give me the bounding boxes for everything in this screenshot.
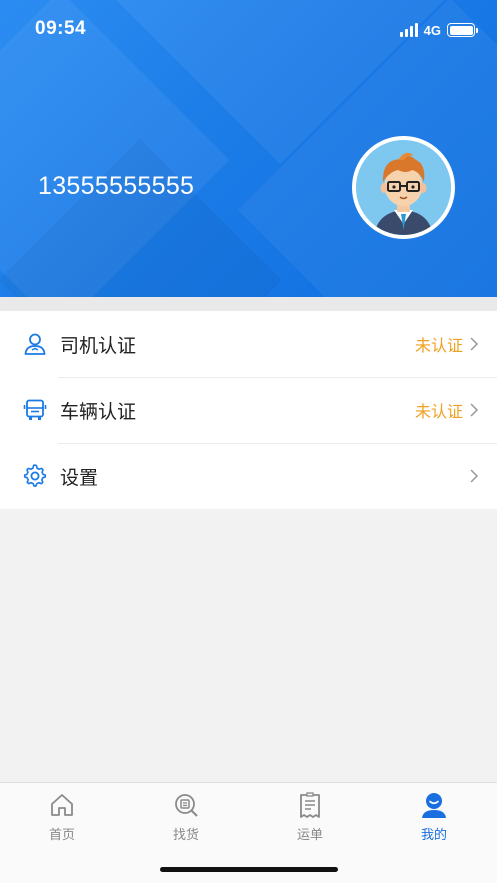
settings-menu: 司机认证 未认证 车辆认证 未认证 设置 xyxy=(0,311,497,509)
menu-item-driver-verification[interactable]: 司机认证 未认证 xyxy=(0,311,497,377)
status-badge: 未认证 xyxy=(414,404,463,421)
menu-item-label: 设置 xyxy=(60,467,99,489)
home-icon xyxy=(48,791,76,819)
section-divider xyxy=(0,297,497,311)
profile-header: 09:54 4G 13555555555 xyxy=(0,0,497,297)
tab-label: 运单 xyxy=(296,827,323,842)
profile-icon xyxy=(420,791,448,819)
screen: 09:54 4G 13555555555 司机认证 未认证 车辆认证 未认证 设… xyxy=(0,0,497,883)
tab-label: 我的 xyxy=(420,827,447,842)
tab-label: 找货 xyxy=(172,827,199,842)
avatar[interactable] xyxy=(352,136,455,239)
waybill-icon xyxy=(296,791,324,819)
menu-item-label: 司机认证 xyxy=(60,335,137,357)
tab-profile[interactable]: 我的 xyxy=(372,791,496,847)
battery-icon xyxy=(447,23,478,37)
tab-find-goods[interactable]: 找货 xyxy=(124,791,248,847)
status-bar: 09:54 4G xyxy=(0,0,497,60)
tab-waybill[interactable]: 运单 xyxy=(248,791,372,847)
menu-item-label: 车辆认证 xyxy=(60,401,137,423)
menu-item-vehicle-verification[interactable]: 车辆认证 未认证 xyxy=(0,377,497,443)
find-goods-icon xyxy=(172,791,200,819)
status-badge: 未认证 xyxy=(414,338,463,355)
vehicle-icon xyxy=(22,397,48,423)
driver-icon xyxy=(22,331,48,357)
chevron-right-icon xyxy=(469,336,479,352)
signal-icon xyxy=(399,23,418,37)
user-phone: 13555555555 xyxy=(38,172,195,200)
home-indicator[interactable] xyxy=(160,867,338,872)
chevron-right-icon xyxy=(469,468,479,484)
menu-item-settings[interactable]: 设置 xyxy=(0,443,497,509)
tab-home[interactable]: 首页 xyxy=(0,791,124,847)
tab-label: 首页 xyxy=(48,827,75,842)
status-indicators: 4G xyxy=(399,20,478,40)
avatar-illustration xyxy=(356,140,451,235)
status-time: 09:54 xyxy=(35,18,87,39)
chevron-right-icon xyxy=(469,402,479,418)
network-type: 4G xyxy=(423,22,441,38)
gear-icon xyxy=(22,463,48,489)
